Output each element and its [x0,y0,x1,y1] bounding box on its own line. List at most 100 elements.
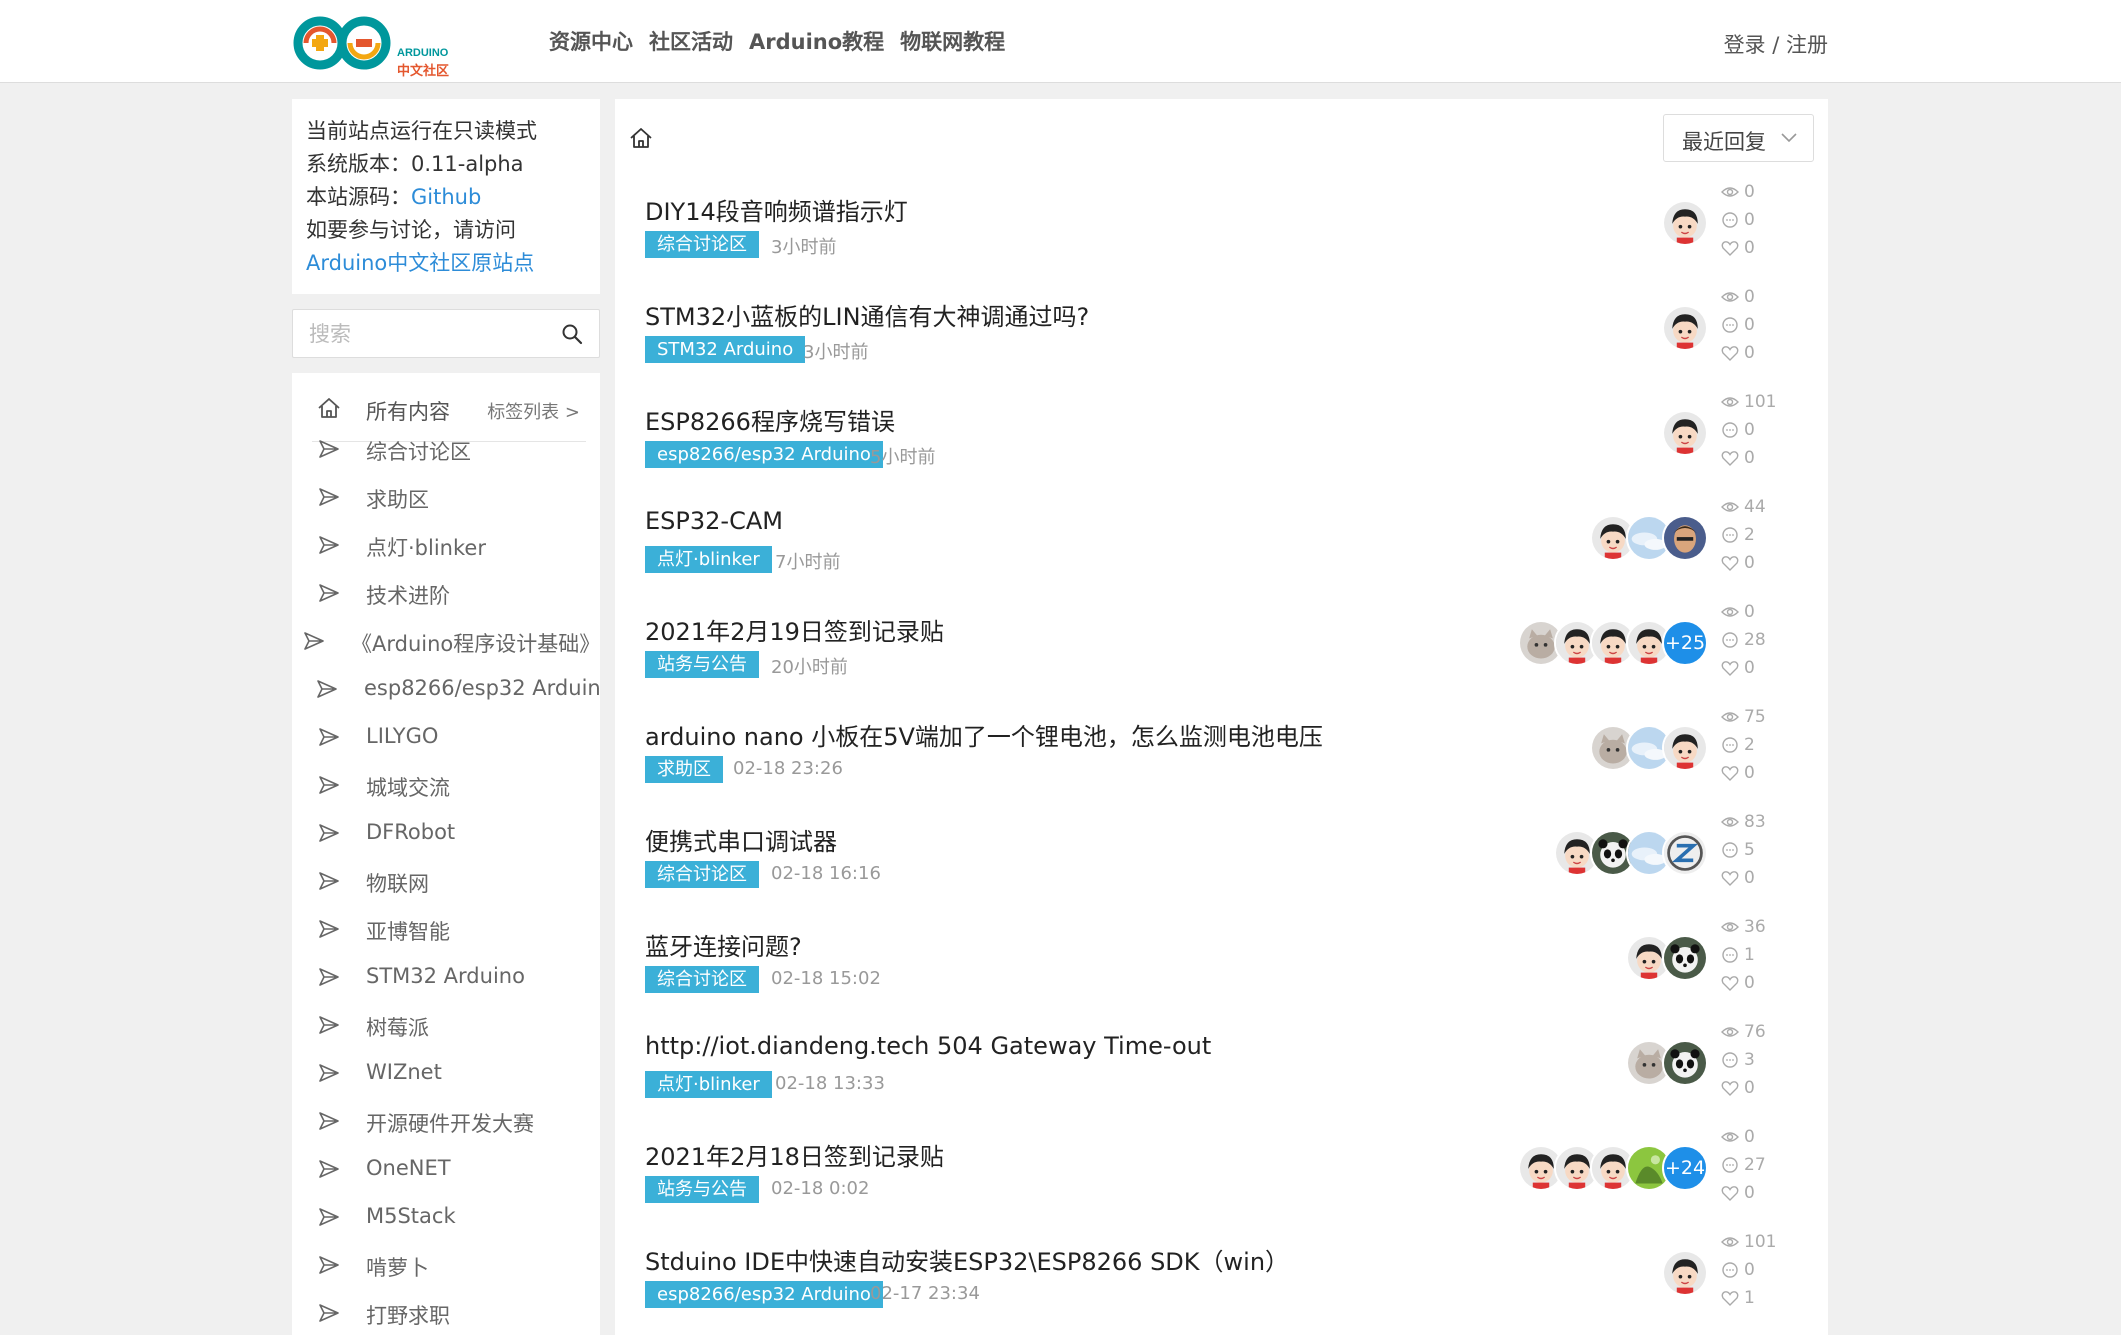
sidebar-category-item[interactable]: OneNET [292,1150,600,1190]
heart-icon [1721,1081,1739,1096]
topic-title[interactable]: arduino nano 小板在5V端加了一个锂电池，怎么监测电池电压 [645,717,1323,752]
topic-row[interactable]: 蓝牙连接问题? 综合讨论区 02-18 15:02 36 1 0 [615,917,1828,1026]
topic-title[interactable]: ESP32-CAM [645,507,783,535]
views-stat: 0 [1721,1123,1811,1151]
avatar[interactable] [1662,1040,1708,1086]
sidebar-category-item[interactable]: 亚博智能 [292,910,600,950]
search-input[interactable] [293,310,543,357]
sidebar-category-item[interactable]: M5Stack [292,1198,600,1238]
nav-resources[interactable]: 资源中心 [549,26,633,56]
sidebar-category-label: 开源硬件开发大赛 [366,1112,534,1136]
topic-title[interactable]: STM32小蓝板的LIN通信有大神调通过吗? [645,297,1089,332]
comments-icon [1722,632,1738,648]
topic-row[interactable]: STM32小蓝板的LIN通信有大神调通过吗? STM32 Arduino 3小时前 0… [615,287,1828,396]
tag-list-link[interactable]: 标签列表 > [487,398,580,424]
category-tag[interactable]: esp8266/esp32 Arduino [645,1281,883,1308]
arduino-cn-logo[interactable]: ARDUINO 中文社区 [292,8,462,79]
original-site-link[interactable]: Arduino中文社区原站点 [306,247,586,280]
views-icon [1721,1132,1739,1142]
topic-time: 20小时前 [771,657,848,678]
sidebar-category-item[interactable]: WIZnet [292,1054,600,1094]
category-tag[interactable]: 求助区 [645,756,723,783]
sidebar-category-item[interactable]: LILYGO [292,718,600,758]
views-icon [1721,397,1739,407]
comments-stat: 2 [1721,731,1811,759]
category-tag[interactable]: 综合讨论区 [645,231,759,258]
avatar[interactable] [1662,200,1708,246]
topic-title[interactable]: Stduino IDE中快速自动安装ESP32\ESP8266 SDK（win） [645,1242,1289,1277]
sidebar-category-item[interactable]: STM32 Arduino [292,958,600,998]
topic-title[interactable]: 2021年2月19日签到记录贴 [645,612,944,647]
category-tag[interactable]: 点灯·blinker [645,546,772,573]
avatar[interactable] [1662,830,1708,876]
nav-iot-tutorials[interactable]: 物联网教程 [900,26,1005,56]
sidebar-category-label: OneNET [366,1156,451,1180]
sidebar-category-item[interactable]: 综合讨论区 [292,430,600,470]
topic-row[interactable]: DIY14段音响频谱指示灯 综合讨论区 3小时前 0 0 0 [615,182,1828,291]
sidebar-category-item[interactable]: 《Arduino程序设计基础》讨论区 [292,622,600,662]
category-tag[interactable]: 站务与公告 [645,651,759,678]
topic-row[interactable]: ESP8266程序烧写错误 esp8266/esp32 Arduino 5小时前 10… [615,392,1828,501]
avatar[interactable] [1662,305,1708,351]
topic-title[interactable]: 2021年2月18日签到记录贴 [645,1137,944,1172]
site-info-box: 当前站点运行在只读模式 系统版本：0.11-alpha 本站源码：Github … [292,99,600,294]
topic-stats: 0 0 0 [1721,283,1811,367]
topic-row[interactable]: http://iot.diandeng.tech 504 Gateway Tim… [615,1022,1828,1131]
topic-title[interactable]: ESP8266程序烧写错误 [645,402,895,437]
sidebar-category-item[interactable]: 开源硬件开发大赛 [292,1102,600,1142]
sidebar-category-item[interactable]: 啃萝卜 [292,1246,600,1286]
sidebar-category-label: 城域交流 [366,776,450,800]
search-icon[interactable] [561,323,583,345]
topic-row[interactable]: ESP32-CAM 点灯·blinker 7小时前 44 2 0 [615,497,1828,606]
category-tag[interactable]: esp8266/esp32 Arduino [645,441,883,468]
main-nav: 资源中心 社区活动 Arduino教程 物联网教程 [549,26,1005,56]
category-tag[interactable]: 综合讨论区 [645,966,759,993]
likes-count: 0 [1744,553,1755,573]
views-count: 83 [1744,812,1766,832]
topic-row[interactable]: 2021年2月19日签到记录贴 站务与公告 20小时前 +25 0 28 0 [615,602,1828,711]
send-icon [319,824,339,842]
nav-community-events[interactable]: 社区活动 [649,26,733,56]
send-icon [319,728,339,746]
sidebar-category-item[interactable]: 求助区 [292,478,600,518]
avatar[interactable] [1662,725,1708,771]
likes-count: 0 [1744,1078,1755,1098]
topic-title[interactable]: http://iot.diandeng.tech 504 Gateway Tim… [645,1032,1211,1060]
topic-title[interactable]: DIY14段音响频谱指示灯 [645,192,908,227]
github-link[interactable]: Github [411,185,481,209]
topic-title[interactable]: 蓝牙连接问题? [645,927,802,962]
sidebar-category-item[interactable]: esp8266/esp32 Arduino [292,670,600,710]
comments-stat: 27 [1721,1151,1811,1179]
login-register-link[interactable]: 登录 / 注册 [1724,29,1828,59]
home-icon[interactable] [629,127,653,149]
topic-row[interactable]: arduino nano 小板在5V端加了一个锂电池，怎么监测电池电压 求助区 02… [615,707,1828,816]
participant-avatars [1590,725,1708,773]
source-prefix: 本站源码： [306,185,411,209]
sidebar-category-label: esp8266/esp32 Arduino [364,676,600,700]
avatar[interactable] [1662,410,1708,456]
sidebar-category-item[interactable]: DFRobot [292,814,600,854]
topic-row[interactable]: 便携式串口调试器 综合讨论区 02-18 16:16 83 5 0 [615,812,1828,921]
category-tag[interactable]: STM32 Arduino [645,336,806,363]
sort-dropdown[interactable]: 最近回复 [1663,114,1814,162]
more-participants-badge[interactable]: +24 [1662,1145,1708,1191]
sidebar-category-item[interactable]: 点灯·blinker [292,526,600,566]
likes-count: 0 [1744,658,1755,678]
category-tag[interactable]: 综合讨论区 [645,861,759,888]
sidebar-category-item[interactable]: 城域交流 [292,766,600,806]
sidebar-category-item[interactable]: 物联网 [292,862,600,902]
sidebar-category-item[interactable]: 树莓派 [292,1006,600,1046]
category-tag[interactable]: 站务与公告 [645,1176,759,1203]
sidebar-category-item[interactable]: 打野求职 [292,1294,600,1334]
topic-row[interactable]: 2021年2月18日签到记录贴 站务与公告 02-18 0:02 +24 0 27 0 [615,1127,1828,1236]
avatar[interactable] [1662,1250,1708,1296]
avatar[interactable] [1662,515,1708,561]
more-participants-badge[interactable]: +25 [1662,620,1708,666]
avatar[interactable] [1662,935,1708,981]
search-box [292,309,600,358]
sidebar-category-item[interactable]: 技术进阶 [292,574,600,614]
nav-arduino-tutorials[interactable]: Arduino教程 [749,26,884,56]
topic-row[interactable]: Stduino IDE中快速自动安装ESP32\ESP8266 SDK（win）… [615,1232,1828,1335]
topic-title[interactable]: 便携式串口调试器 [645,822,837,857]
category-tag[interactable]: 点灯·blinker [645,1071,772,1098]
